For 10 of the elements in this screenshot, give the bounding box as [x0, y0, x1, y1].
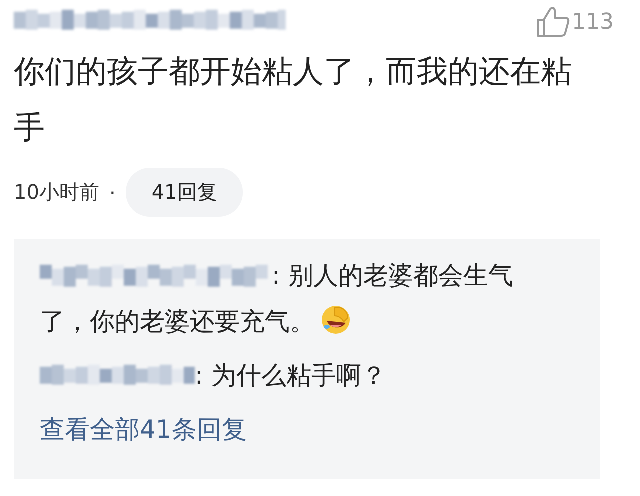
separator-dot: ·: [109, 180, 116, 204]
laughing-emoji-icon: [321, 305, 351, 335]
comment-text: 你们的孩子都开始粘人了，而我的还在粘手: [14, 53, 573, 148]
reply-count-button[interactable]: 41回复: [126, 168, 244, 217]
reply-text: : 别人的老婆都会生气了，你的老婆还要充气。: [40, 260, 514, 338]
thumbs-up-icon[interactable]: [536, 6, 570, 38]
reply-text: : 为什么粘手啊？: [40, 353, 520, 399]
view-all-replies-link[interactable]: 查看全部41条回复: [40, 413, 247, 446]
timestamp: 10小时前: [14, 179, 100, 206]
like-count: 113: [572, 10, 614, 34]
